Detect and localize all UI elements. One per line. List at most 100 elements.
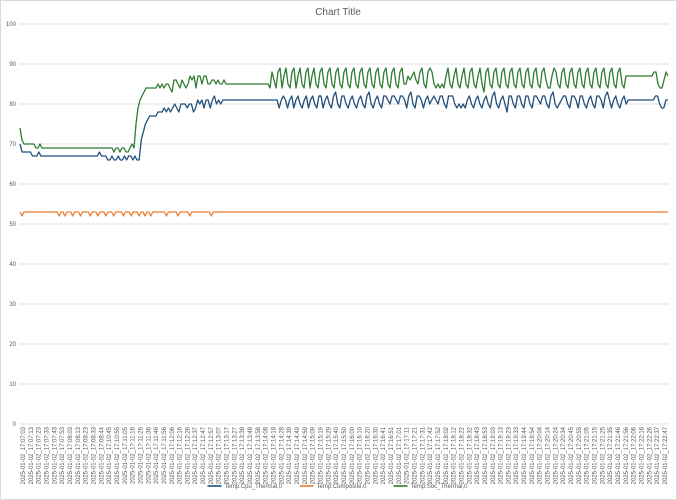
x-tick-label: 2025-01-02_17:07:03: [21, 426, 27, 484]
legend: Temp:Cpu_Thermal,0 Temp:Composite,0 Temp:S…: [207, 484, 469, 490]
x-tick-label: 2025-01-02_17:11:46: [154, 426, 160, 484]
x-tick-label: 2025-01-02_17:11:16: [131, 426, 137, 484]
x-tick-label: 2025-01-02_17:18:22: [459, 426, 465, 484]
y-tick-label: 80: [9, 102, 16, 108]
x-tick-label: 2025-01-02_17:13:17: [225, 426, 231, 484]
x-tick-label: 2025-01-02_17:16:41: [381, 426, 387, 484]
chart-container: Chart Title 0 10 20 30 40 50 60 70 80 90 100 2025-…: [0, 0, 677, 500]
gridlines: [19, 23, 669, 425]
x-tick-label: 2025-01-02_17:14:28: [279, 426, 285, 484]
x-tick-label: 2025-01-02_17:13:48: [248, 426, 254, 484]
x-tick-label: 2025-01-02_17:20:34: [561, 426, 567, 484]
x-tick-label: 2025-01-02_17:12:47: [201, 426, 207, 484]
x-tick-label: 2025-01-02_17:19:33: [514, 426, 520, 484]
x-tick-label: 2025-01-02_17:07:13: [29, 426, 35, 484]
x-tick-label: 2025-01-02_17:12:16: [178, 426, 184, 484]
x-tick-label: 2025-01-02_17:19:54: [530, 426, 536, 484]
x-tick-label: 2025-01-02_17:14:39: [287, 426, 293, 484]
y-tick-label: 30: [9, 302, 16, 308]
legend-label: Temp:Composite,0: [317, 484, 368, 490]
x-tick-label: 2025-01-02_17:20:04: [538, 426, 544, 484]
y-axis-tick-labels: 0 10 20 30 40 50 60 70 80 90 100: [6, 22, 17, 428]
x-tick-label: 2025-01-02_17:20:24: [553, 426, 559, 484]
x-tick-label: 2025-01-02_17:19:23: [506, 426, 512, 484]
x-tick-label: 2025-01-02_17:17:42: [428, 426, 434, 484]
x-tick-label: 2025-01-02_17:19:13: [499, 426, 505, 484]
x-tick-label: 2025-01-02_17:19:03: [491, 426, 497, 484]
x-tick-label: 2025-01-02_17:22:26: [647, 426, 653, 484]
series-lines: [19, 67, 669, 217]
x-tick-label: 2025-01-02_17:21:46: [616, 426, 622, 484]
x-tick-label: 2025-01-02_17:15:40: [334, 426, 340, 484]
x-tick-label: 2025-01-02_17:17:21: [412, 426, 418, 484]
x-tick-label: 2025-01-02_17:14:18: [272, 426, 278, 484]
chart-title: Chart Title: [315, 7, 361, 18]
x-tick-label: 2025-01-02_17:16:20: [365, 426, 371, 484]
x-tick-label: 2025-01-02_17:15:50: [342, 426, 348, 484]
x-tick-label: 2025-01-02_17:22:47: [663, 426, 669, 484]
x-tick-label: 2025-01-02_17:12:37: [193, 426, 199, 484]
x-tick-label: 2025-01-02_17:18:53: [483, 426, 489, 484]
x-tick-label: 2025-01-02_17:13:27: [232, 426, 238, 484]
x-tick-label: 2025-01-02_17:22:16: [640, 426, 646, 484]
x-tick-label: 2025-01-02_17:14:59: [303, 426, 309, 484]
y-tick-label: 20: [9, 342, 16, 348]
x-tick-label: 2025-01-02_17:21:35: [608, 426, 614, 484]
x-tick-label: 2025-01-02_17:12:26: [185, 426, 191, 484]
x-axis-tick-labels: 2025-01-02_17:07:03 2025-01-02_17:07:13 20…: [21, 426, 669, 484]
x-tick-label: 2025-01-02_17:14:08: [264, 426, 270, 484]
x-tick-label: 2025-01-02_17:11:36: [146, 426, 152, 484]
y-tick-label: 0: [13, 422, 17, 428]
x-tick-label: 2025-01-02_17:19:44: [522, 426, 528, 484]
y-tick-label: 40: [9, 262, 16, 268]
legend-item-1: Temp:Composite,0: [299, 484, 368, 490]
x-tick-label: 2025-01-02_17:08:44: [99, 426, 105, 484]
x-tick-label: 2025-01-02_17:12:06: [170, 426, 176, 484]
x-tick-label: 2025-01-02_17:20:45: [569, 426, 575, 484]
y-tick-label: 10: [9, 382, 16, 388]
x-tick-label: 2025-01-02_17:21:56: [624, 426, 630, 484]
x-tick-label: 2025-01-02_17:18:43: [475, 426, 481, 484]
x-tick-label: 2025-01-02_17:12:57: [209, 426, 215, 484]
x-tick-label: 2025-01-02_17:18:32: [467, 426, 473, 484]
x-tick-label: 2025-01-02_17:07:23: [37, 426, 43, 484]
x-tick-label: 2025-01-02_17:21:05: [585, 426, 591, 484]
x-tick-label: 2025-01-02_17:07:43: [52, 426, 58, 484]
x-tick-label: 2025-01-02_17:14:49: [295, 426, 301, 484]
y-tick-label: 100: [6, 22, 17, 28]
y-tick-label: 70: [9, 142, 16, 148]
x-tick-label: 2025-01-02_17:08:23: [84, 426, 90, 484]
series-line-0: [19, 91, 668, 161]
x-tick-label: 2025-01-02_17:17:31: [420, 426, 426, 484]
x-tick-label: 2025-01-02_17:21:15: [593, 426, 599, 484]
legend-label: Temp:Soc_Thermal,0: [411, 484, 469, 490]
series-line-2: [19, 67, 669, 153]
y-tick-label: 50: [9, 222, 16, 228]
x-tick-label: 2025-01-02_17:10:45: [107, 426, 113, 484]
x-tick-label: 2025-01-02_17:15:29: [326, 426, 332, 484]
x-tick-label: 2025-01-02_17:17:11: [405, 426, 411, 484]
x-tick-label: 2025-01-02_17:16:10: [358, 426, 364, 484]
x-tick-label: 2025-01-02_17:13:58: [256, 426, 262, 484]
line-chart: Chart Title 0 10 20 30 40 50 60 70 80 90 100 2025-…: [6, 7, 669, 490]
x-tick-label: 2025-01-02_17:13:07: [217, 426, 223, 484]
x-tick-label: 2025-01-02_17:16:00: [350, 426, 356, 484]
x-tick-label: 2025-01-02_17:10:55: [115, 426, 121, 484]
x-tick-label: 2025-01-02_17:21:25: [600, 426, 606, 484]
x-tick-label: 2025-01-02_17:16:30: [373, 426, 379, 484]
x-tick-label: 2025-01-02_17:07:53: [60, 426, 66, 484]
x-tick-label: 2025-01-02_17:08:33: [91, 426, 97, 484]
x-tick-label: 2025-01-02_17:11:26: [138, 426, 144, 484]
x-tick-label: 2025-01-02_17:22:06: [632, 426, 638, 484]
x-tick-label: 2025-01-02_17:15:09: [311, 426, 317, 484]
x-tick-label: 2025-01-02_17:20:55: [577, 426, 583, 484]
y-tick-label: 90: [9, 62, 16, 68]
x-tick-label: 2025-01-02_17:13:38: [240, 426, 246, 484]
x-tick-label: 2025-01-02_17:17:01: [397, 426, 403, 484]
series-line-1: [19, 211, 668, 217]
x-tick-label: 2025-01-02_17:17:52: [436, 426, 442, 484]
y-tick-label: 60: [9, 182, 16, 188]
x-tick-label: 2025-01-02_17:07:33: [44, 426, 50, 484]
x-tick-label: 2025-01-02_17:11:05: [123, 426, 129, 484]
x-tick-label: 2025-01-02_17:11:56: [162, 426, 168, 484]
